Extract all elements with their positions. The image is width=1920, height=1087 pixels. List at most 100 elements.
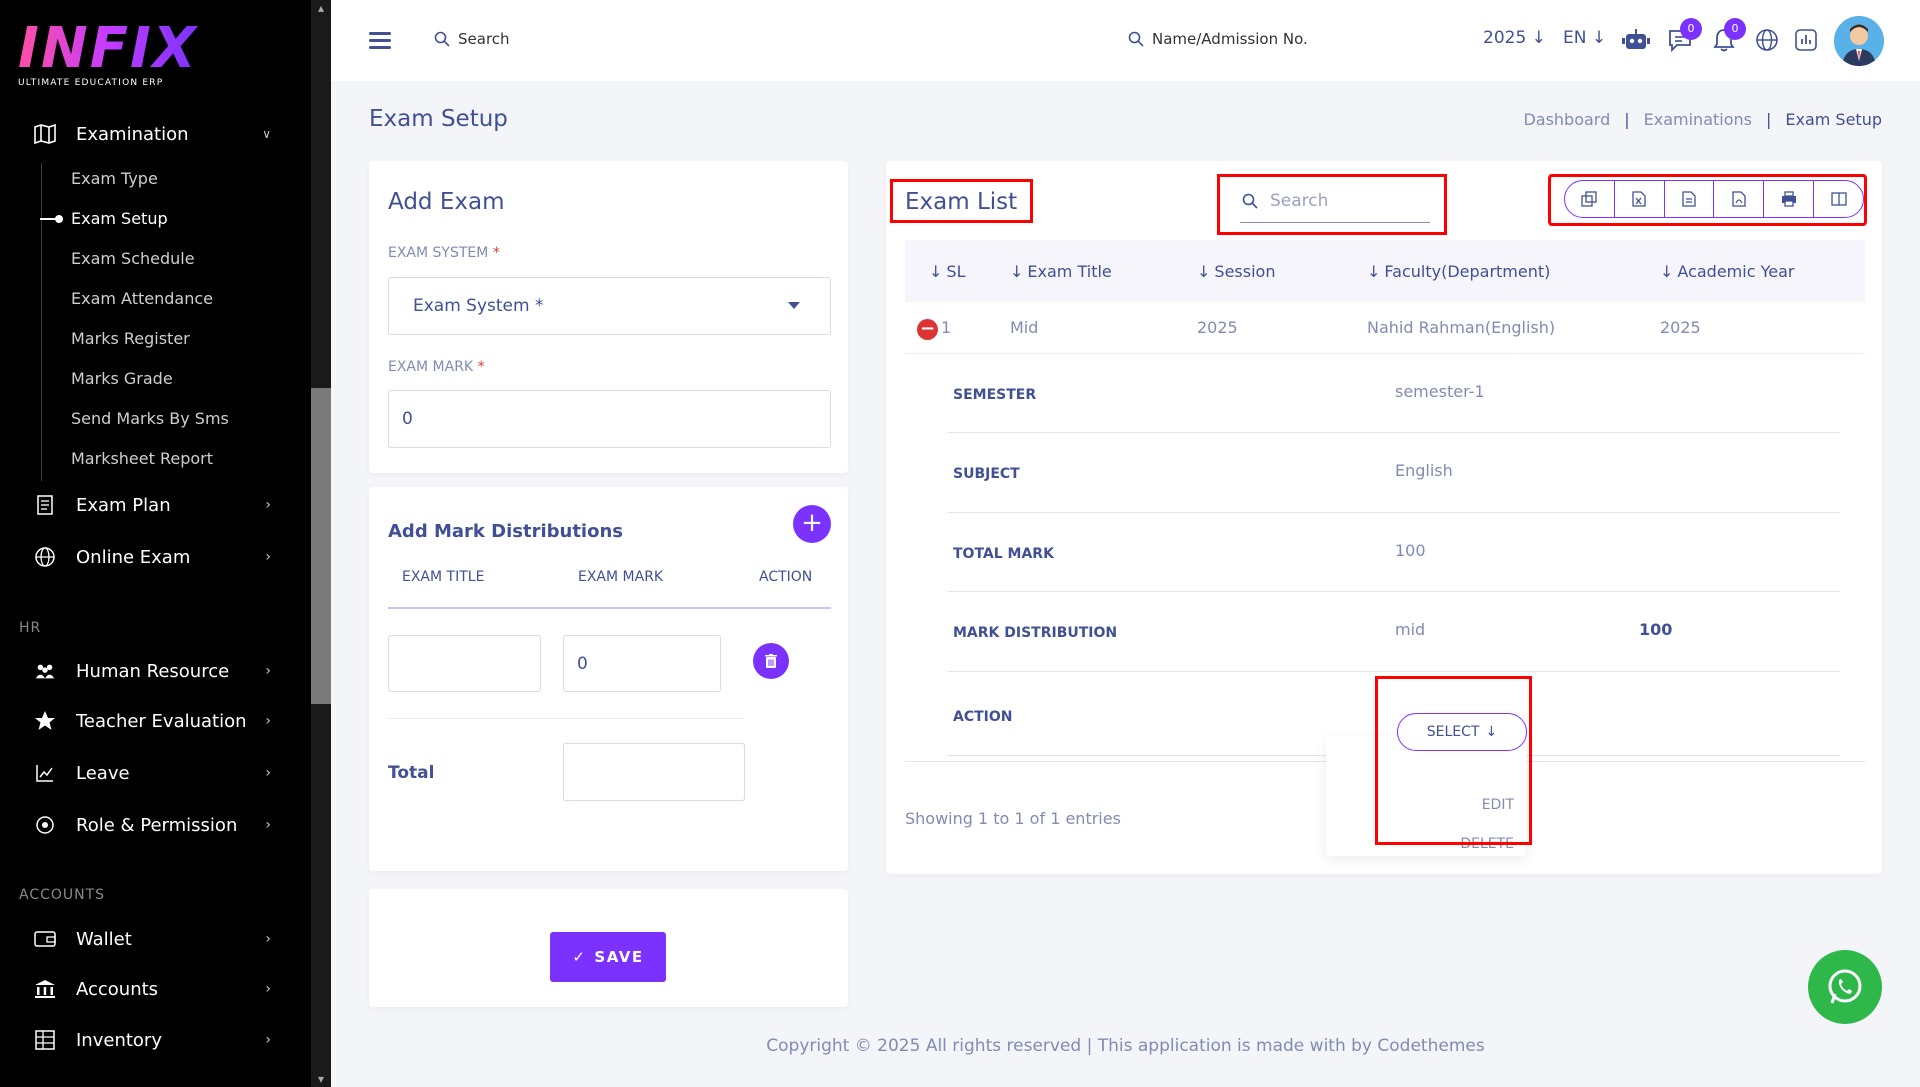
sidebar-item-accounts[interactable]: Accounts › [0,967,311,1011]
exam-system-label: EXAM SYSTEM * [388,245,500,261]
distribution-mark-input[interactable]: 0 [563,635,721,692]
chat-icon[interactable]: 0 [1666,18,1702,54]
highlight-action-menu [1375,676,1532,845]
submenu-marks-register[interactable]: Marks Register [71,327,190,351]
col-exam-title-label: Exam Title [1027,262,1112,281]
col-exam-title[interactable]: ↓ Exam Title [1010,262,1112,281]
sidebar-item-online-exam[interactable]: Online Exam › [0,535,311,579]
menu-toggle-icon[interactable] [369,32,391,50]
year-value: 2025 [1483,28,1527,48]
subject-value: English [1395,461,1453,480]
sidebar-scrollbar-thumb[interactable] [311,388,331,704]
breadcrumb-dashboard[interactable]: Dashboard [1523,110,1610,129]
col-exam-title: EXAM TITLE [402,569,485,585]
breadcrumb-examinations[interactable]: Examinations [1644,110,1752,129]
robot-icon[interactable] [1622,26,1650,54]
logo[interactable]: INFIX ULTIMATE EDUCATION ERP [18,21,198,89]
cell-academic-year: 2025 [1660,318,1701,337]
col-session-label: Session [1214,262,1276,281]
table-row[interactable]: − 1 Mid 2025 Nahid Rahman(English) 2025 [905,302,1865,354]
save-button[interactable]: ✓ SAVE [550,932,666,982]
globe-icon[interactable] [1753,26,1781,54]
notification-badge: 0 [1724,18,1746,40]
breadcrumb-current: Exam Setup [1785,110,1882,129]
sidebar-item-label: Teacher Evaluation [76,710,247,732]
sidebar: INFIX ULTIMATE EDUCATION ERP Examination… [0,0,331,1087]
trash-icon [765,654,777,668]
sidebar-item-label: Role & Permission [76,814,238,836]
entries-info: Showing 1 to 1 of 1 entries [905,809,1121,828]
exam-list-card: Exam List Search ↓ SL ↓ Exam Title ↓ Sessio… [886,161,1882,874]
exam-mark-label: EXAM MARK * [388,359,485,375]
col-sl[interactable]: ↓ SL [929,262,965,281]
admission-search[interactable]: Name/Admission No. [1128,30,1308,48]
stats-icon[interactable] [1792,26,1820,54]
chevron-right-icon: › [265,549,271,565]
submenu-exam-attendance[interactable]: Exam Attendance [71,287,213,311]
star-icon [34,710,56,732]
scroll-down-icon[interactable]: ▾ [315,1073,327,1085]
language-selector[interactable]: EN ↓ [1563,28,1606,48]
mark-distribution-value: 100 [1639,620,1673,639]
shield-icon [34,814,56,836]
user-avatar[interactable] [1834,16,1884,66]
users-icon [34,660,56,682]
page-title: Exam Setup [369,106,508,132]
col-academic-year[interactable]: ↓ Academic Year [1660,262,1794,281]
collapse-row-icon[interactable]: − [917,319,938,340]
exam-system-select[interactable]: Exam System * [388,277,831,335]
sidebar-item-inventory[interactable]: Inventory › [0,1018,311,1062]
whatsapp-button[interactable] [1808,950,1882,1024]
semester-value: semester-1 [1395,382,1485,401]
total-mark-label: TOTAL MARK [953,546,1054,562]
check-icon: ✓ [572,948,587,966]
wallet-icon [34,928,56,950]
exam-mark-value: 0 [402,409,413,429]
sidebar-item-leave[interactable]: Leave › [0,751,311,795]
detail-subject: SUBJECT English [947,433,1840,513]
sidebar-item-exam-plan[interactable]: Exam Plan › [0,483,311,527]
action-label: ACTION [953,709,1013,725]
submenu-marks-grade[interactable]: Marks Grade [71,367,173,391]
distribution-title-input[interactable] [388,635,541,692]
col-session[interactable]: ↓ Session [1197,262,1275,281]
total-label: Total [388,763,435,783]
header-search[interactable]: Search [434,30,510,48]
sidebar-item-role-permission[interactable]: Role & Permission › [0,803,311,847]
add-exam-card: Add Exam EXAM SYSTEM * Exam System * EXA… [369,161,848,473]
chevron-down-icon: ∨ [262,127,271,141]
arrow-down-icon: ↓ [1531,28,1546,48]
sidebar-item-label: Online Exam [76,546,191,568]
distribution-mark-value: 0 [577,653,588,674]
submenu-exam-schedule[interactable]: Exam Schedule [71,247,195,271]
sidebar-item-examination[interactable]: Examination ∨ [0,112,311,156]
total-mark-value: 100 [1395,541,1426,560]
header-divider [388,607,831,609]
exam-mark-label-text: EXAM MARK [388,359,474,375]
sidebar-item-teacher-evaluation[interactable]: Teacher Evaluation › [0,699,311,743]
col-faculty[interactable]: ↓ Faculty(Department) [1367,262,1550,281]
table-header: ↓ SL ↓ Exam Title ↓ Session ↓ Faculty(Depart… [905,240,1865,302]
submenu-exam-setup[interactable]: Exam Setup [71,207,168,231]
submenu-marksheet-report[interactable]: Marksheet Report [71,447,213,471]
delete-row-button[interactable] [753,643,789,679]
sidebar-item-human-resource[interactable]: Human Resource › [0,649,311,693]
map-icon [34,123,56,145]
sort-arrow-icon: ↓ [1367,262,1381,281]
scroll-up-icon[interactable]: ▴ [315,2,327,14]
bell-icon[interactable]: 0 [1710,18,1746,54]
submenu-send-marks-by-sms[interactable]: Send Marks By Sms [71,407,229,431]
chevron-right-icon: › [265,981,271,997]
search-icon [1128,31,1144,47]
exam-mark-input[interactable]: 0 [388,390,831,448]
section-label-hr: HR [19,620,42,636]
sidebar-item-label: Inventory [76,1029,162,1051]
row-divider [388,718,744,719]
total-input[interactable] [563,743,745,801]
year-selector[interactable]: 2025 ↓ [1483,28,1546,48]
add-distribution-button[interactable]: + [793,505,831,543]
submenu-exam-type[interactable]: Exam Type [71,167,158,191]
footer-copyright: Copyright © 2025 All rights reserved | T… [766,1036,1485,1056]
inventory-icon [34,1029,56,1051]
sidebar-item-wallet[interactable]: Wallet › [0,917,311,961]
